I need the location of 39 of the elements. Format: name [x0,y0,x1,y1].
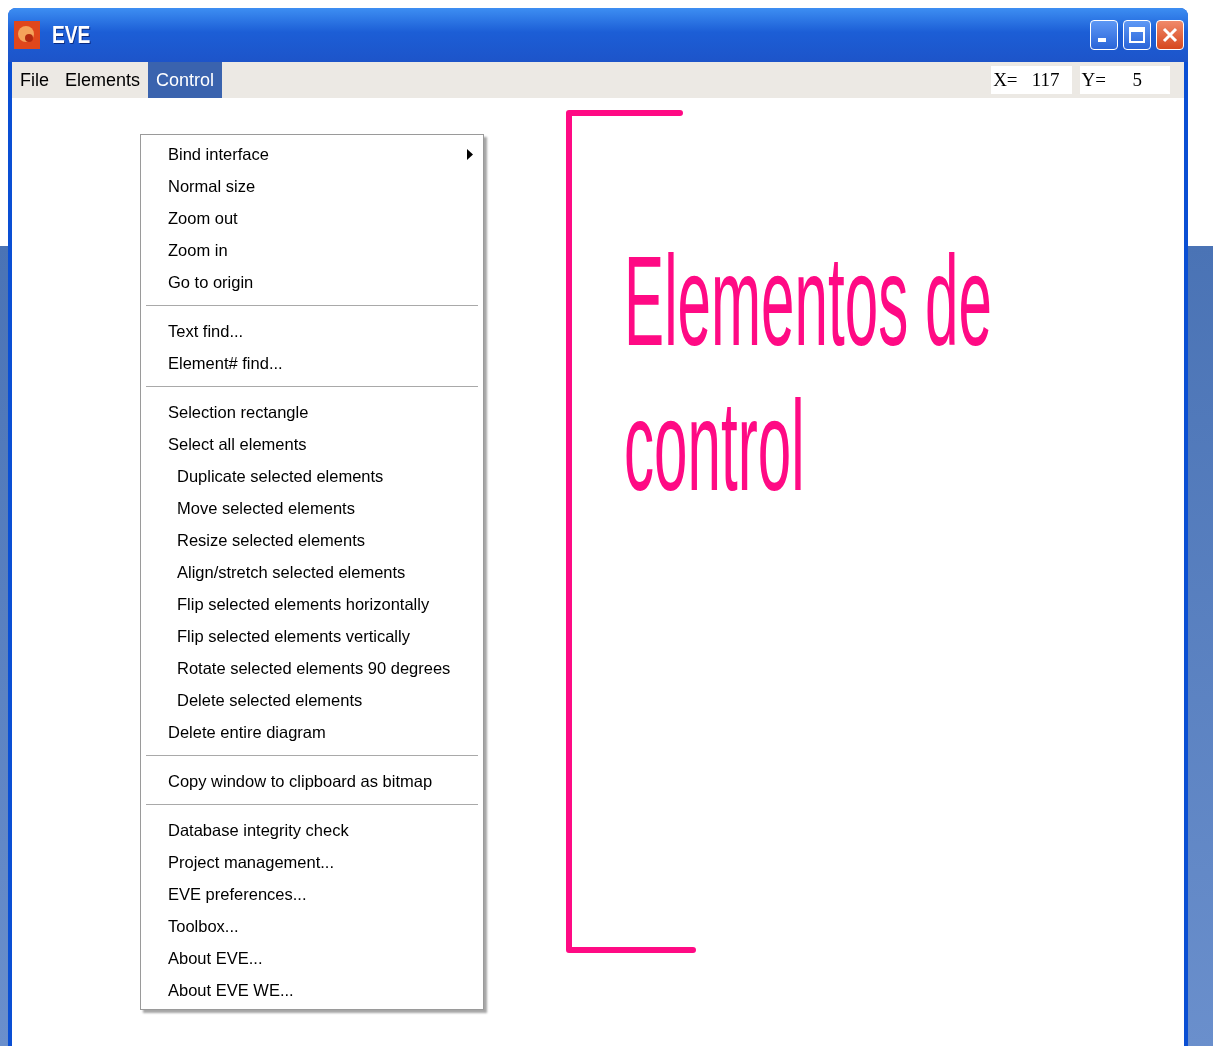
menu-bar-item[interactable]: Control [148,62,223,98]
menu-item[interactable]: Element# find... [141,347,483,379]
menu-item[interactable]: Delete entire diagram [141,716,483,748]
menu-item[interactable]: Text find... [141,315,483,347]
menu-item[interactable]: Duplicate selected elements [141,460,483,492]
menu-bar-item[interactable]: File [12,62,57,98]
menu-item[interactable]: Rotate selected elements 90 degrees [141,652,483,684]
maximize-button[interactable] [1123,20,1151,50]
menu-item[interactable]: Select all elements [141,428,483,460]
menu-item[interactable]: Zoom out [141,202,483,234]
annotation-text: Elementos de control [624,228,993,518]
menu-item[interactable]: Toolbox... [141,910,483,942]
minimize-button[interactable] [1090,20,1118,50]
menu-item[interactable]: Database integrity check [141,814,483,846]
menu-item[interactable]: Bind interface [141,138,483,170]
menu-item[interactable]: Go to origin [141,266,483,298]
menu-item[interactable]: About EVE WE... [141,974,483,1006]
y-coordinate-field: Y= 5 [1079,66,1170,94]
menu-item[interactable]: EVE preferences... [141,878,483,910]
app-icon [14,21,40,49]
menu-item[interactable]: Normal size [141,170,483,202]
menu-item[interactable]: Move selected elements [141,492,483,524]
menu-item[interactable]: Selection rectangle [141,396,483,428]
menu-bar-item[interactable]: Elements [57,62,149,98]
menu-item[interactable]: Project management... [141,846,483,878]
menu-item[interactable]: Resize selected elements [141,524,483,556]
menu-item[interactable]: Align/stretch selected elements [141,556,483,588]
menu-item[interactable]: Copy window to clipboard as bitmap [141,765,483,797]
menu-item[interactable]: About EVE... [141,942,483,974]
window-title: EVE [52,21,92,49]
close-button[interactable] [1156,20,1184,50]
close-icon [1162,27,1178,43]
menu-item[interactable]: Zoom in [141,234,483,266]
menu-item[interactable]: Flip selected elements vertically [141,620,483,652]
minimize-icon [1098,38,1106,42]
maximize-icon [1129,27,1145,43]
menu-item[interactable]: Flip selected elements horizontally [141,588,483,620]
x-coordinate-field: X= 117 [991,66,1072,94]
menu-item[interactable]: Delete selected elements [141,684,483,716]
